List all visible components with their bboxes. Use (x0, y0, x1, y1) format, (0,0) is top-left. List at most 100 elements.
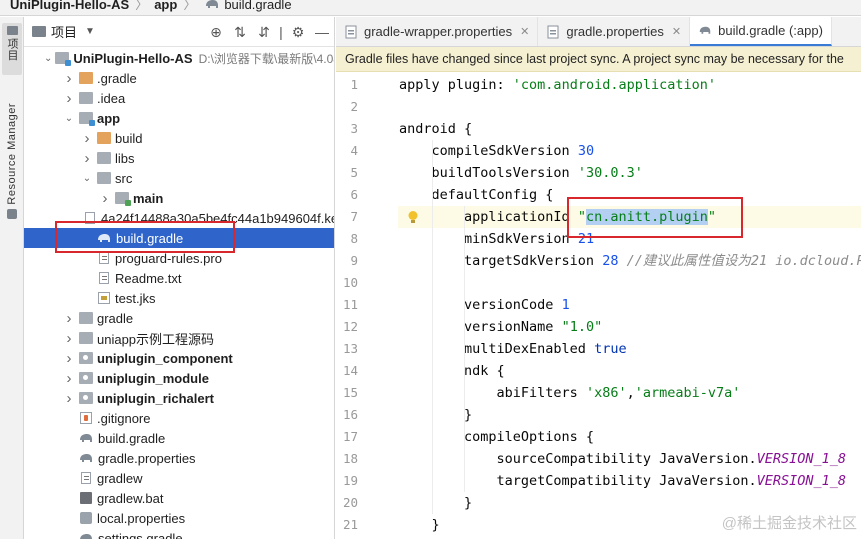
tree-item[interactable]: › uniplugin_richalert (24, 388, 334, 408)
code-line[interactable]: versionCode 1 (398, 294, 861, 316)
locate-icon[interactable]: ⊕ (204, 24, 228, 41)
tree-item[interactable]: gradlew.bat (24, 488, 334, 508)
chevron-right-icon[interactable]: › (62, 330, 76, 347)
tree-item[interactable]: › gradle (24, 308, 334, 328)
code-line[interactable]: sourceCompatibility JavaVersion.VERSION_… (398, 448, 861, 470)
chevron-right-icon[interactable]: › (62, 90, 76, 107)
code-line[interactable]: versionName "1.0" (398, 316, 861, 338)
tree-item[interactable]: › main (24, 188, 334, 208)
tree-item-label: uniplugin_component (97, 350, 233, 366)
tree-item[interactable]: gradle.properties (24, 448, 334, 468)
chevron-down-icon[interactable]: ▼ (85, 26, 95, 37)
breadcrumb-file[interactable]: build.gradle (202, 0, 292, 12)
close-icon[interactable]: ✕ (520, 25, 529, 38)
line-number: 12 (342, 319, 358, 334)
tree-item[interactable]: › uniplugin_component (24, 348, 334, 368)
breadcrumb-module[interactable]: app (154, 0, 177, 11)
tree-item[interactable]: gradlew (24, 468, 334, 488)
editor-tab[interactable]: gradle.properties ✕ (538, 17, 691, 46)
line-number: 1 (350, 77, 358, 92)
lightbulb-icon[interactable] (407, 210, 419, 224)
line-number: 11 (342, 297, 358, 312)
tree-item[interactable]: › build (24, 128, 334, 148)
tree-item[interactable]: › .gradle (24, 68, 334, 88)
code-line[interactable]: minSdkVersion 21 (398, 228, 861, 250)
code-line[interactable]: compileOptions { (398, 426, 861, 448)
text-file-icon (81, 472, 91, 484)
chevron-right-icon[interactable]: › (62, 350, 76, 367)
project-view-title[interactable]: 项目 (51, 22, 77, 41)
tree-item[interactable]: proguard-rules.pro (24, 248, 334, 268)
code-line[interactable] (398, 272, 861, 294)
chevron-right-icon[interactable]: › (80, 150, 94, 167)
tree-item[interactable]: build.gradle (24, 228, 334, 248)
close-icon[interactable]: ✕ (672, 25, 681, 38)
tree-item[interactable]: test.jks (24, 288, 334, 308)
tree-item-label: gradle (97, 310, 134, 326)
editor-tab-label: gradle.properties (566, 24, 664, 39)
gear-icon[interactable]: ⚙ (286, 24, 310, 41)
code-token: applicationId (399, 209, 578, 225)
code-line[interactable]: defaultConfig { (398, 184, 861, 206)
breadcrumb-file-label: build.gradle (224, 0, 292, 12)
code-line[interactable]: compileSdkVersion 30 (398, 140, 861, 162)
resource-manager-tool-button[interactable]: Resource Manager (2, 103, 22, 223)
code-line[interactable]: targetSdkVersion 28 //建议此属性值设为21 io.dclo… (398, 250, 861, 272)
tree-item[interactable]: .gitignore (24, 408, 334, 428)
code-line[interactable]: ndk { (398, 360, 861, 382)
code-line[interactable]: buildToolsVersion '30.0.3' (398, 162, 861, 184)
tree-item[interactable]: ⌄ app (24, 108, 334, 128)
tree-item[interactable]: build.gradle (24, 428, 334, 448)
tree-item-path: D:\浏览器下载\最新版\4.08 (198, 51, 335, 66)
project-tool-button[interactable]: 项目 (2, 23, 22, 75)
code-area[interactable]: apply plugin: 'com.android.application' a… (398, 73, 861, 539)
code-line[interactable]: } (398, 492, 861, 514)
chevron-down-icon[interactable]: ⌄ (44, 53, 52, 64)
code-line[interactable]: targetCompatibility JavaVersion.VERSION_… (398, 470, 861, 492)
project-tool-label: 项目 (6, 38, 18, 61)
tree-item-label: settings.gradle (98, 530, 183, 539)
line-number: 14 (342, 363, 358, 378)
code-line[interactable]: abiFilters 'x86','armeabi-v7a' (398, 382, 861, 404)
tree-item[interactable]: › libs (24, 148, 334, 168)
tree-item[interactable]: ⌄ src (24, 168, 334, 188)
chevron-right-icon[interactable]: › (62, 370, 76, 387)
folder-icon (97, 152, 111, 164)
code-line[interactable]: multiDexEnabled true (398, 338, 861, 360)
line-number: 2 (350, 99, 358, 114)
code-line[interactable]: android { (398, 118, 861, 140)
tree-item-label: Readme.txt (115, 270, 182, 286)
collapse-all-icon[interactable]: ⇵ (252, 24, 276, 41)
project-folder-icon (6, 26, 18, 35)
tree-item[interactable]: Readme.txt (24, 268, 334, 288)
tree-item[interactable]: settings.gradle (24, 528, 334, 539)
chevron-right-icon[interactable]: › (98, 190, 112, 207)
editor-tab[interactable]: build.gradle (:app) (690, 17, 832, 46)
breadcrumb-separator: 〉 (135, 0, 149, 12)
chevron-right-icon[interactable]: › (62, 70, 76, 87)
editor-tab-label: build.gradle (:app) (718, 23, 823, 38)
chevron-down-icon[interactable]: ⌄ (80, 173, 94, 184)
tree-item[interactable]: › uniapp示例工程源码 (24, 328, 334, 348)
expand-all-icon[interactable]: ⇅ (228, 24, 252, 41)
chevron-down-icon[interactable]: ⌄ (62, 113, 76, 124)
tree-item[interactable]: › uniplugin_module (24, 368, 334, 388)
code-line[interactable]: apply plugin: 'com.android.application' (398, 74, 861, 96)
source-folder-icon (115, 192, 131, 206)
code-line[interactable] (398, 96, 861, 118)
code-line[interactable]: applicationId "cn.anitt.plugin" (398, 206, 861, 228)
tree-item[interactable]: › .idea (24, 88, 334, 108)
hide-icon[interactable]: — (310, 24, 334, 40)
tree-item[interactable]: local.properties (24, 508, 334, 528)
code-token: , (626, 385, 635, 401)
tree-item-label: gradlew.bat (97, 490, 164, 506)
tree-item[interactable]: 4a24f14488a30a5be4fc44a1b949604f.keys (24, 208, 334, 228)
tree-item[interactable]: ⌄ UniPlugin-Hello-AS D:\浏览器下载\最新版\4.08 (24, 48, 335, 68)
tree-item-label: gradle.properties (98, 450, 196, 466)
editor-tab[interactable]: gradle-wrapper.properties ✕ (336, 17, 539, 46)
code-line[interactable]: } (398, 404, 861, 426)
breadcrumb-project[interactable]: UniPlugin-Hello-AS (10, 0, 129, 11)
chevron-right-icon[interactable]: › (80, 130, 94, 147)
chevron-right-icon[interactable]: › (62, 390, 76, 407)
chevron-right-icon[interactable]: › (62, 310, 76, 327)
